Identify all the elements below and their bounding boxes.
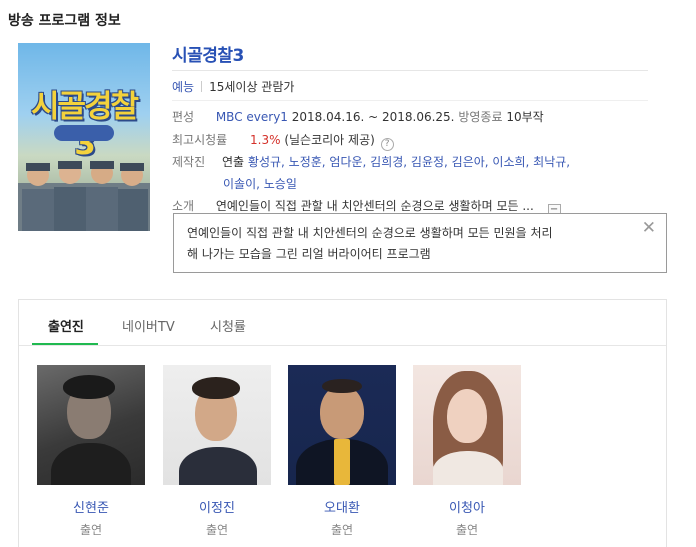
broadcast-row: 편성 MBC every1 2018.04.16. ~ 2018.06.25. … bbox=[172, 106, 544, 128]
episode-count: 10부작 bbox=[506, 110, 544, 124]
cast-role: 출연 bbox=[455, 523, 479, 537]
genre-link[interactable]: 예능 bbox=[172, 80, 194, 94]
genre-row: 예능 15세이상 관람가 bbox=[172, 78, 294, 95]
close-icon[interactable]: ✕ bbox=[642, 220, 656, 237]
intro-text: 연예인들이 직접 관할 내 치안센터의 순경으로 생활하며 모든 ... bbox=[215, 199, 534, 213]
cast-card[interactable]: 오대환 출연 bbox=[288, 365, 396, 538]
program-title[interactable]: 시골경찰3 bbox=[172, 41, 244, 66]
divider bbox=[172, 100, 648, 101]
photo-shape bbox=[63, 375, 115, 399]
cast-role: 출연 bbox=[205, 523, 229, 537]
photo-shape bbox=[433, 451, 503, 485]
staff-row-cont: 이솔이, 노승일 bbox=[223, 173, 297, 195]
popup-text-line-2: 해 나가는 모습을 그린 리얼 버라이어티 프로그램 bbox=[187, 247, 431, 261]
photo-shape bbox=[322, 379, 362, 393]
poster-logo-badge bbox=[54, 125, 114, 141]
cast-name[interactable]: 이청아 bbox=[413, 497, 521, 516]
photo-shape bbox=[320, 385, 364, 439]
channel-link[interactable]: MBC every1 bbox=[216, 110, 288, 124]
top-rating-row: 최고시청률 1.3% (닐슨코리아 제공) ? bbox=[172, 129, 394, 151]
top-rating-value: 1.3% bbox=[250, 133, 281, 147]
poster-logo: 시골경찰3 bbox=[30, 89, 139, 162]
tab-ratings[interactable]: 시청률 bbox=[210, 316, 246, 335]
tab-naver-tv[interactable]: 네이버TV bbox=[122, 316, 175, 335]
section-title: 방송 프로그램 정보 bbox=[8, 13, 121, 29]
photo-shape bbox=[51, 443, 131, 485]
age-rating: 15세이상 관람가 bbox=[209, 80, 295, 94]
staff-names-2[interactable]: 이솔이, 노승일 bbox=[223, 177, 297, 191]
photo-shape bbox=[179, 447, 257, 485]
popup-text-line-1: 연예인들이 직접 관할 내 치안센터의 순경으로 생활하며 모든 민원을 처리 bbox=[187, 226, 553, 240]
staff-names-1[interactable]: 황성규, 노정훈, 엄다운, 김희경, 김윤정, 김은아, 이소희, 최낙규, bbox=[248, 155, 570, 169]
separator bbox=[201, 81, 203, 92]
cast-card[interactable]: 이정진 출연 bbox=[163, 365, 271, 538]
photo-shape bbox=[192, 377, 240, 399]
broadcast-period: 2018.04.16. ~ 2018.06.25. bbox=[291, 110, 455, 124]
staff-row: 제작진 연출 황성규, 노정훈, 엄다운, 김희경, 김윤정, 김은아, 이소희,… bbox=[172, 151, 570, 173]
photo-shape bbox=[334, 439, 350, 485]
cast-card[interactable]: 신현준 출연 bbox=[37, 365, 145, 538]
tab-cast[interactable]: 출연진 bbox=[48, 316, 84, 335]
cast-name[interactable]: 이정진 bbox=[163, 497, 271, 516]
tab-bar: 출연진 네이버TV 시청률 bbox=[19, 300, 666, 346]
cast-photo[interactable] bbox=[288, 365, 396, 485]
top-rating-label: 최고시청률 bbox=[172, 133, 228, 147]
divider bbox=[172, 70, 648, 71]
poster-cast-illustration bbox=[18, 161, 150, 231]
staff-label: 제작진 bbox=[172, 155, 206, 169]
program-poster[interactable]: 시골경찰3 bbox=[18, 43, 150, 231]
intro-popup: 연예인들이 직접 관할 내 치안센터의 순경으로 생활하며 모든 민원을 처리 … bbox=[173, 213, 667, 273]
cast-name[interactable]: 오대환 bbox=[288, 497, 396, 516]
cast-name[interactable]: 신현준 bbox=[37, 497, 145, 516]
rating-source: (닐슨코리아 제공) bbox=[284, 133, 375, 147]
broadcast-label: 편성 bbox=[172, 110, 195, 124]
cast-role: 출연 bbox=[330, 523, 354, 537]
help-icon[interactable]: ? bbox=[380, 138, 394, 151]
cast-photo[interactable] bbox=[413, 365, 521, 485]
cast-role: 출연 bbox=[79, 523, 103, 537]
cast-card[interactable]: 이청아 출연 bbox=[413, 365, 521, 538]
cast-photo[interactable] bbox=[37, 365, 145, 485]
photo-shape bbox=[447, 389, 487, 443]
broadcast-status: 방영종료 bbox=[458, 110, 503, 124]
active-tab-indicator bbox=[32, 343, 98, 345]
staff-role: 연출 bbox=[222, 155, 245, 169]
cast-photo[interactable] bbox=[163, 365, 271, 485]
